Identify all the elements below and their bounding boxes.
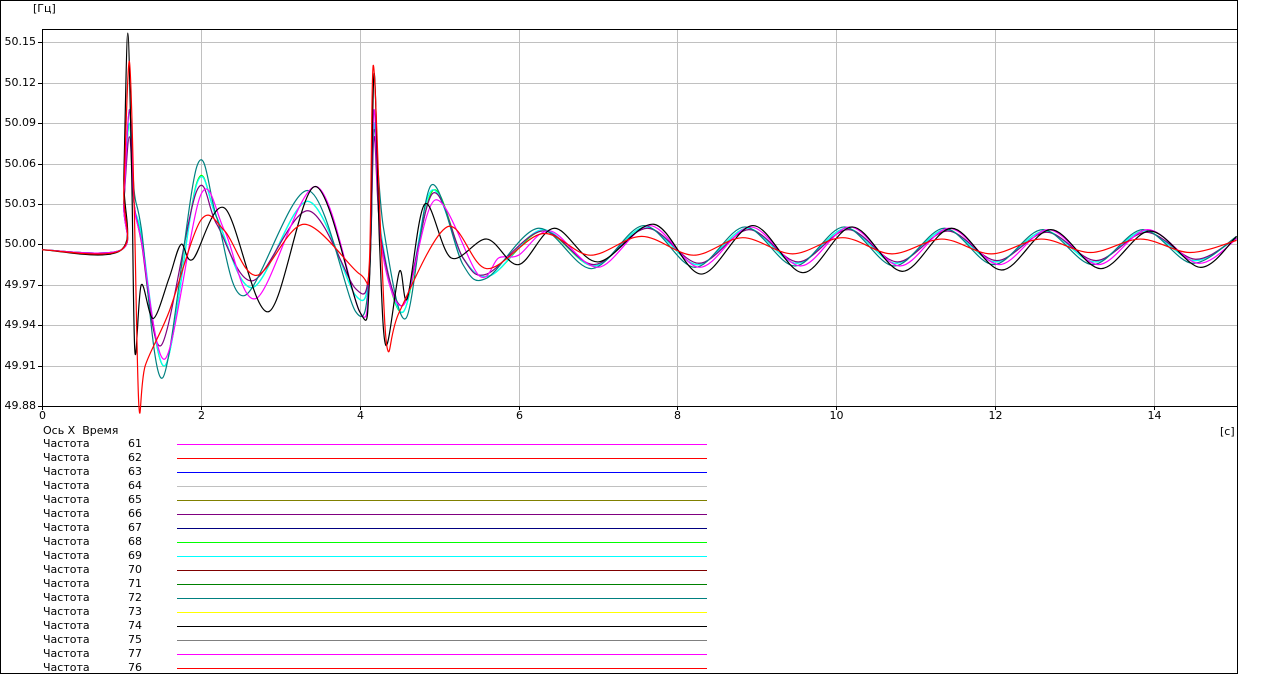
legend-item: Частота 76 (0, 662, 720, 676)
legend-id: 67 (128, 521, 142, 534)
y-tick-label: 50.15 (4, 34, 37, 48)
legend-id: 72 (128, 591, 142, 604)
x-tick-label: 10 (829, 409, 844, 422)
plot-area-border (42, 29, 1238, 407)
legend-label: Частота (43, 563, 90, 576)
legend-label: Частота (43, 661, 90, 674)
legend-item: Частота 64 (0, 480, 720, 494)
legend-swatch (177, 528, 707, 529)
legend-label: Частота (43, 577, 90, 590)
legend-swatch (177, 500, 707, 501)
legend-label: Частота (43, 591, 90, 604)
legend-label: Частота (43, 479, 90, 492)
legend-swatch (177, 668, 707, 669)
legend-id: 75 (128, 633, 142, 646)
legend-label: Частота (43, 437, 90, 450)
series-line-74 (41, 32, 1238, 356)
legend-swatch (177, 514, 707, 515)
legend-item: Частота 75 (0, 634, 720, 648)
legend-swatch (177, 584, 707, 585)
legend-swatch (177, 598, 707, 599)
legend-item: Частота 73 (0, 606, 720, 620)
legend-item: Частота 65 (0, 494, 720, 508)
legend-label: Частота (43, 507, 90, 520)
y-tick-label: 50.09 (4, 115, 37, 129)
y-tick-label: 49.94 (4, 317, 37, 331)
legend-swatch (177, 444, 707, 445)
legend-item: Частота 72 (0, 592, 720, 606)
legend-label: Частота (43, 619, 90, 632)
legend-id: 63 (128, 465, 142, 478)
legend-item: Частота 63 (0, 466, 720, 480)
y-tick-label: 50.03 (4, 196, 37, 210)
x-tick-label: 4 (357, 409, 364, 422)
legend-item: Частота 71 (0, 578, 720, 592)
legend-item: Частота 74 (0, 620, 720, 634)
legend-label: Частота (43, 605, 90, 618)
legend-id: 71 (128, 577, 142, 590)
legend-id: 62 (128, 451, 142, 464)
legend-item: Частота 68 (0, 536, 720, 550)
y-tick-label: 50.06 (4, 156, 37, 170)
legend-swatch (177, 556, 707, 557)
legend-swatch (177, 570, 707, 571)
legend-swatch (177, 640, 707, 641)
legend-item: Частота 67 (0, 522, 720, 536)
legend-label: Частота (43, 451, 90, 464)
legend-id: 65 (128, 493, 142, 506)
x-tick-label: 0 (39, 409, 46, 422)
legend-id: 61 (128, 437, 142, 450)
legend-swatch (177, 472, 707, 473)
legend-id: 73 (128, 605, 142, 618)
y-tick-label: 49.97 (4, 277, 37, 291)
legend-id: 74 (128, 619, 142, 632)
legend-id: 64 (128, 479, 142, 492)
legend-swatch (177, 626, 707, 627)
x-tick-label: 6 (516, 409, 523, 422)
legend-swatch (177, 654, 707, 655)
y-tick-label: 49.91 (4, 358, 37, 372)
legend-id: 77 (128, 647, 142, 660)
y-tick-label: 50.00 (4, 236, 37, 250)
x-tick-label: 14 (1147, 409, 1162, 422)
y-tick-label: 50.12 (4, 75, 37, 89)
legend-label: Частота (43, 647, 90, 660)
legend-swatch (177, 486, 707, 487)
legend-item: Частота 70 (0, 564, 720, 578)
legend-item: Частота 66 (0, 508, 720, 522)
legend-item: Частота 77 (0, 648, 720, 662)
legend-swatch (177, 542, 707, 543)
legend-label: Частота (43, 493, 90, 506)
legend-label: Частота (43, 535, 90, 548)
series-line-66 (41, 136, 1237, 347)
legend-id: 68 (128, 535, 142, 548)
x-axis-title: Ось X Время (43, 424, 119, 437)
x-tick-label: 2 (198, 409, 205, 422)
x-axis-unit: [c] (1220, 425, 1235, 438)
legend-swatch (177, 612, 707, 613)
legend-id: 69 (128, 549, 142, 562)
y-axis-unit: [Гц] (33, 2, 56, 15)
legend-item: Частота 61 (0, 438, 720, 452)
legend-label: Частота (43, 549, 90, 562)
legend-label: Частота (43, 633, 90, 646)
legend-swatch (177, 458, 707, 459)
legend-item: Частота 62 (0, 452, 720, 466)
legend-label: Частота (43, 465, 90, 478)
legend-id: 66 (128, 507, 142, 520)
legend-item: Частота 69 (0, 550, 720, 564)
x-tick-label: 12 (988, 409, 1003, 422)
x-tick-label: 8 (674, 409, 681, 422)
legend-id: 70 (128, 563, 142, 576)
legend-label: Частота (43, 521, 90, 534)
series-line-72 (41, 109, 1237, 379)
legend-id: 76 (128, 661, 142, 674)
